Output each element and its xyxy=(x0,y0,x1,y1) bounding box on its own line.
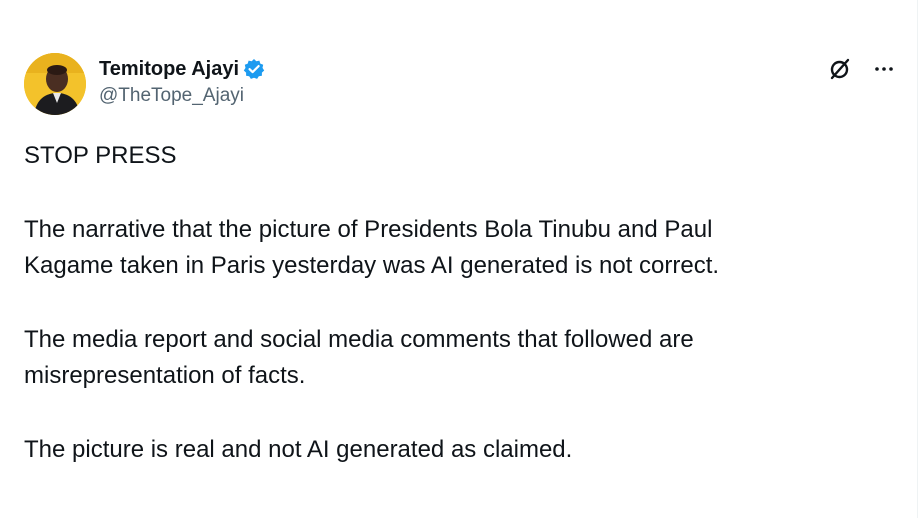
tweet-line: The media report and social media commen… xyxy=(24,326,694,353)
more-options-icon[interactable] xyxy=(872,57,896,81)
verified-badge-icon[interactable] xyxy=(243,58,265,80)
handle[interactable]: @TheTope_Ajayi xyxy=(99,85,265,107)
grok-icon[interactable] xyxy=(828,57,852,81)
tweet-line: STOP PRESS xyxy=(24,142,177,169)
avatar-photo xyxy=(24,53,86,115)
tweet-text: STOP PRESS The narrative that the pictur… xyxy=(24,138,884,468)
tweet-line: The narrative that the picture of Presid… xyxy=(24,216,713,243)
tweet-header: Temitope Ajayi @TheTope_Ajayi xyxy=(24,53,896,117)
tweet-actions xyxy=(828,57,896,81)
tweet-line: misrepresentation of facts. xyxy=(24,362,306,389)
display-name[interactable]: Temitope Ajayi xyxy=(99,57,239,81)
card-border xyxy=(917,0,918,518)
name-row: Temitope Ajayi xyxy=(99,57,265,81)
tweet-line: Kagame taken in Paris yesterday was AI g… xyxy=(24,252,720,279)
author-info: Temitope Ajayi @TheTope_Ajayi xyxy=(99,57,265,107)
avatar[interactable] xyxy=(24,53,86,115)
tweet-line: The picture is real and not AI generated… xyxy=(24,436,573,463)
tweet-card: Temitope Ajayi @TheTope_Ajayi STOP PRESS… xyxy=(0,0,920,518)
